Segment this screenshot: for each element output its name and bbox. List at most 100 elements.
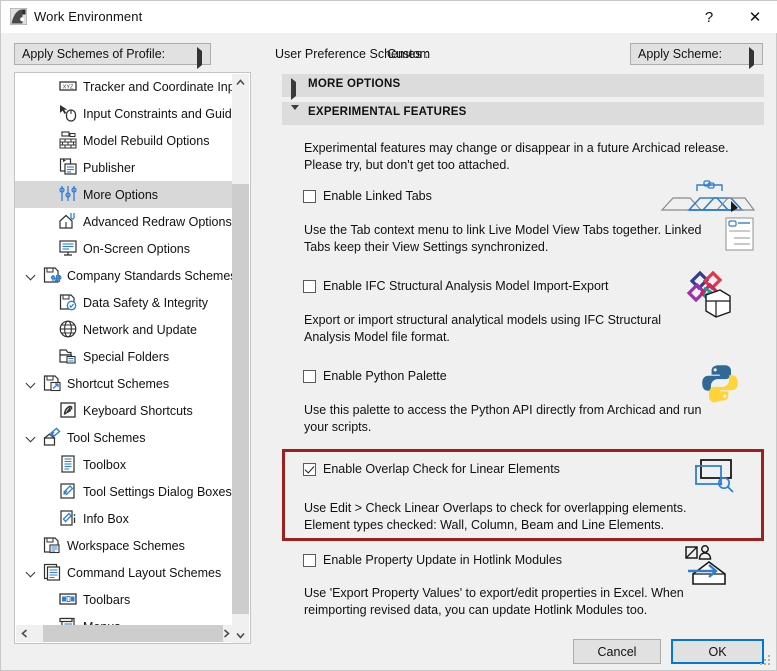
sidebar-item-input-constraints-and-guides[interactable]: Input Constraints and Guides bbox=[15, 100, 245, 127]
schemes-tree-panel: XYZ Tracker and Coordinate Input Input Con… bbox=[14, 72, 251, 644]
sidebar-item-label: Input Constraints and Guides bbox=[83, 106, 245, 121]
help-button[interactable]: ? bbox=[686, 1, 732, 33]
checkbox-enable-ifc-structural-analysis[interactable] bbox=[303, 280, 316, 293]
chevron-right-icon bbox=[291, 78, 296, 100]
sidebar-item-label: Model Rebuild Options bbox=[83, 133, 210, 148]
chevron-down-icon[interactable] bbox=[24, 430, 38, 444]
cancel-button[interactable]: Cancel bbox=[573, 639, 661, 664]
sidebar-item-publisher[interactable]: Publisher bbox=[15, 154, 234, 181]
sidebar-item-toolbox[interactable]: Toolbox bbox=[15, 451, 234, 478]
brick-wall-icon bbox=[58, 130, 78, 150]
feature-description: Use 'Export Property Values' to export/e… bbox=[304, 586, 684, 617]
sidebar-item-shortcut-schemes[interactable]: Shortcut Schemes bbox=[15, 370, 234, 397]
sidebar-item-keyboard-shortcuts[interactable]: Keyboard Shortcuts bbox=[15, 397, 234, 424]
sidebar-item-tracker-and-coordinate-input[interactable]: XYZ Tracker and Coordinate Input bbox=[15, 73, 245, 100]
section-title: MORE OPTIONS bbox=[308, 78, 401, 90]
sidebar-item-label: Command Layout Schemes bbox=[67, 565, 222, 580]
sidebar-item-label: Data Safety & Integrity bbox=[83, 295, 209, 310]
sidebar-item-model-rebuild-options[interactable]: Model Rebuild Options bbox=[15, 127, 234, 154]
sidebar-item-on-screen-options[interactable]: On-Screen Options bbox=[15, 235, 234, 262]
xyz-tracker-icon: XYZ bbox=[58, 76, 78, 96]
hotlink-property-illustration bbox=[682, 543, 734, 592]
scroll-up-arrow-icon[interactable] bbox=[232, 74, 249, 91]
monitor-icon bbox=[58, 238, 78, 258]
tree-horizontal-scroll-thumb[interactable] bbox=[43, 625, 223, 642]
sidebar-item-company-standards-schemes[interactable]: Company Standards Schemes bbox=[15, 262, 237, 289]
scroll-left-arrow-icon[interactable] bbox=[16, 625, 33, 642]
keyboard-shortcut-icon bbox=[58, 400, 78, 420]
sidebar-item-advanced-redraw-options[interactable]: Advanced Redraw Options bbox=[15, 208, 234, 235]
sidebar-item-tool-schemes[interactable]: Tool Schemes bbox=[15, 424, 234, 451]
close-button[interactable]: ✕ bbox=[732, 1, 777, 33]
apply-scheme-button[interactable]: Apply Scheme: bbox=[630, 43, 763, 69]
sidebar-item-label: Company Standards Schemes bbox=[67, 268, 237, 283]
sidebar-item-data-safety-integrity[interactable]: Data Safety & Integrity bbox=[15, 289, 234, 316]
python-logo-illustration bbox=[700, 363, 740, 406]
data-safety-icon bbox=[58, 292, 78, 312]
chevron-down-icon[interactable] bbox=[24, 376, 38, 390]
workspace-schemes-icon bbox=[42, 535, 62, 555]
sidebar-item-more-options[interactable]: More Options bbox=[15, 181, 234, 208]
schemes-tree-list: XYZ Tracker and Coordinate Input Input Con… bbox=[15, 73, 245, 640]
sidebar-item-label: Advanced Redraw Options bbox=[83, 214, 232, 229]
tool-settings-icon bbox=[58, 481, 78, 501]
sidebar-item-label: Network and Update bbox=[83, 322, 197, 337]
sidebar-item-label: Tracker and Coordinate Input bbox=[83, 79, 246, 94]
sidebar-item-label: Tool Settings Dialog Boxes bbox=[83, 484, 232, 499]
checkbox-enable-property-update-hotlink[interactable] bbox=[303, 554, 316, 567]
tree-vertical-scroll-thumb[interactable] bbox=[232, 184, 249, 614]
section-header-more-options[interactable]: MORE OPTIONS bbox=[282, 74, 764, 100]
sidebar-item-label: Tool Schemes bbox=[67, 430, 146, 445]
tree-vertical-scrollbar[interactable] bbox=[232, 74, 249, 643]
sidebar-item-label: Toolbars bbox=[83, 592, 131, 607]
feature-description: Use this palette to access the Python AP… bbox=[304, 403, 702, 434]
work-environment-dialog: Work Environment ? ✕ Apply Schemes of Pr… bbox=[0, 0, 777, 671]
section-header-experimental-features[interactable]: EXPERIMENTAL FEATURES bbox=[282, 102, 764, 125]
scroll-right-arrow-icon[interactable] bbox=[218, 625, 235, 642]
chevron-right-icon bbox=[197, 47, 202, 69]
checkbox-enable-overlap-check[interactable] bbox=[303, 463, 316, 476]
feature-label: Enable Python Palette bbox=[323, 369, 447, 383]
shortcut-schemes-icon bbox=[42, 373, 62, 393]
sidebar-item-label: Special Folders bbox=[83, 349, 170, 364]
toolbox-list-icon bbox=[58, 454, 78, 474]
sidebar-item-network-and-update[interactable]: Network and Update bbox=[15, 316, 234, 343]
chevron-down-icon[interactable] bbox=[24, 268, 38, 282]
sidebar-item-label: Workspace Schemes bbox=[67, 538, 185, 553]
globe-icon bbox=[58, 319, 78, 339]
section-title: EXPERIMENTAL FEATURES bbox=[308, 106, 467, 118]
sidebar-item-label: Shortcut Schemes bbox=[67, 376, 170, 391]
feature-property-update-hotlink: Enable Property Update in Hotlink Module… bbox=[282, 543, 764, 617]
tool-schemes-icon bbox=[42, 427, 62, 447]
apply-scheme-label: Apply Scheme: bbox=[638, 47, 723, 61]
feature-label: Enable IFC Structural Analysis Model Imp… bbox=[323, 279, 609, 293]
sidebar-item-toolbars[interactable]: Toolbars bbox=[15, 586, 234, 613]
feature-ifc-structural-analysis: Enable IFC Structural Analysis Model Imp… bbox=[282, 270, 764, 344]
sidebar-item-tool-settings-dialog-boxes[interactable]: Tool Settings Dialog Boxes bbox=[15, 478, 234, 505]
feature-description: Use Edit > Check Linear Overlaps to chec… bbox=[304, 501, 687, 532]
sidebar-item-label: Info Box bbox=[83, 511, 129, 526]
chevron-right-icon bbox=[749, 47, 754, 69]
sidebar-item-info-box[interactable]: Info Box bbox=[15, 505, 234, 532]
sidebar-item-special-folders[interactable]: Special Folders bbox=[15, 343, 234, 370]
apply-schemes-of-profile-button[interactable]: Apply Schemes of Profile: bbox=[14, 43, 211, 69]
sidebar-item-command-layout-schemes[interactable]: Command Layout Schemes bbox=[15, 559, 234, 586]
chevron-down-icon[interactable] bbox=[24, 565, 38, 579]
feature-description: Export or import structural analytical m… bbox=[304, 313, 662, 344]
sidebar-item-label: Toolbox bbox=[83, 457, 127, 472]
ok-button[interactable]: OK bbox=[671, 639, 764, 664]
sidebar-item-workspace-schemes[interactable]: Workspace Schemes bbox=[15, 532, 234, 559]
mouse-cursor-icon bbox=[58, 103, 78, 123]
feature-linked-tabs: Enable Linked Tabs Use the Tab context m… bbox=[282, 180, 764, 254]
toolbars-icon bbox=[58, 589, 78, 609]
linked-tabs-illustration bbox=[660, 179, 756, 254]
checkbox-enable-python-palette[interactable] bbox=[303, 370, 316, 383]
archicad-logo-icon bbox=[9, 7, 28, 26]
sidebar-item-label: Publisher bbox=[83, 160, 136, 175]
close-icon: ✕ bbox=[748, 9, 762, 26]
feature-python-palette: Enable Python Palette Use this palette t… bbox=[282, 361, 764, 434]
tree-horizontal-scrollbar[interactable] bbox=[16, 625, 235, 642]
feature-overlap-check: Enable Overlap Check for Linear Elements… bbox=[282, 449, 764, 541]
checkbox-enable-linked-tabs[interactable] bbox=[303, 190, 316, 203]
resize-grip[interactable] bbox=[760, 655, 772, 667]
